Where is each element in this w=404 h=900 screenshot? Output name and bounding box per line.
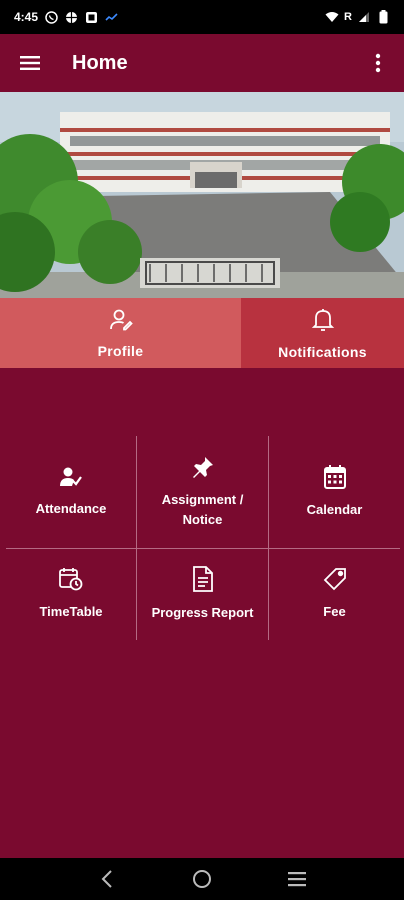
recents-icon[interactable] xyxy=(282,864,312,894)
app-bar: Home xyxy=(0,34,404,92)
home-icon[interactable] xyxy=(187,864,217,894)
menu-item-label: Progress Report xyxy=(151,605,254,620)
calendar-clock-icon xyxy=(59,567,83,596)
menu-item-assignment-notice[interactable]: Assignment / Notice xyxy=(137,436,268,548)
menu-item-label: TimeTable xyxy=(39,604,103,619)
status-bar-left: 4:45 xyxy=(14,10,118,24)
app-icon xyxy=(84,10,98,24)
cellular-signal-icon xyxy=(357,10,371,24)
tab-notifications[interactable]: Notifications xyxy=(241,298,404,368)
carrier-indicator: R xyxy=(344,11,352,23)
back-icon[interactable] xyxy=(92,864,122,894)
document-icon xyxy=(192,566,214,597)
menu-item-attendance[interactable]: Attendance xyxy=(6,436,136,548)
bell-icon xyxy=(311,307,335,338)
pushpin-icon xyxy=(191,455,215,484)
tab-notifications-label: Notifications xyxy=(278,343,367,360)
status-bar: 4:45 R xyxy=(0,0,404,34)
menu-item-label: Attendance xyxy=(35,500,107,516)
hamburger-menu-icon[interactable] xyxy=(18,51,42,75)
tab-profile-label: Profile xyxy=(97,342,144,359)
menu-grid: Attendance Assignment / Notice Calendar … xyxy=(6,436,400,640)
menu-item-label: Calendar xyxy=(306,501,363,517)
status-time: 4:45 xyxy=(14,10,39,24)
price-tag-icon xyxy=(323,567,347,596)
person-edit-icon xyxy=(109,308,133,337)
status-bar-right: R xyxy=(325,10,390,24)
home-tabs: Profile Notifications xyxy=(0,298,404,368)
menu-item-calendar[interactable]: Calendar xyxy=(269,436,400,548)
battery-icon xyxy=(376,10,390,24)
page-title: Home xyxy=(72,51,128,74)
school-banner-image xyxy=(0,92,404,298)
overflow-menu-icon[interactable] xyxy=(366,51,390,75)
system-nav-bar xyxy=(0,858,404,900)
signal-indicator-icon xyxy=(104,10,118,24)
user-check-icon xyxy=(60,466,82,493)
menu-item-label: Assignment / Notice xyxy=(161,491,244,527)
menu-item-timetable[interactable]: TimeTable xyxy=(6,549,136,640)
whatsapp-icon xyxy=(44,10,58,24)
menu-item-progress-report[interactable]: Progress Report xyxy=(137,549,268,640)
menu-item-fee[interactable]: Fee xyxy=(269,549,400,640)
calendar-icon xyxy=(323,464,346,494)
tab-profile[interactable]: Profile xyxy=(0,298,241,368)
web-icon xyxy=(64,10,78,24)
menu-item-label: Fee xyxy=(323,604,346,619)
wifi-icon xyxy=(325,10,339,24)
